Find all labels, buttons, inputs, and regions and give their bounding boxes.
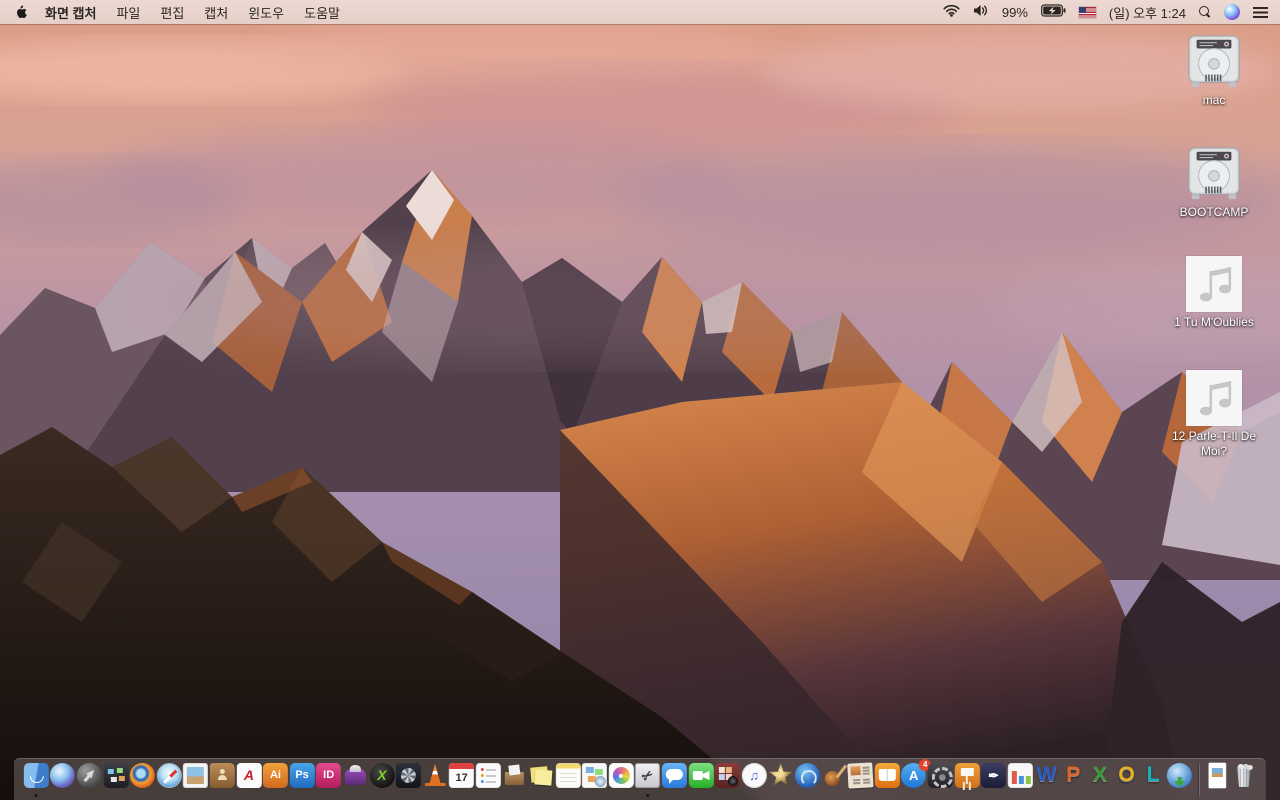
hard-drive-icon <box>1188 147 1240 200</box>
dock-pages-icon[interactable]: ✒ <box>981 763 1007 788</box>
dock-system-preferences-icon[interactable] <box>927 763 953 788</box>
desktop-icon-label: 1 Tu M'Oublies <box>1174 315 1254 329</box>
audio-file-icon <box>1186 256 1242 312</box>
dock-web-pages-app-icon[interactable] <box>582 763 608 788</box>
dock-adobe-acrobat-icon[interactable]: A <box>236 763 262 788</box>
desktop-icon-audio-file-parle-t-il-de-moi[interactable]: 12 Parle-T-Il De Moi? <box>1166 370 1262 459</box>
ms-outlook-glyph: O <box>1118 763 1135 786</box>
dock-toast-burner-icon[interactable] <box>343 763 368 788</box>
dock-download-globe-app-icon[interactable] <box>1167 763 1193 788</box>
menu-bar-clock[interactable]: (일) 오후 1:24 <box>1109 3 1186 22</box>
siri-menu-icon[interactable] <box>1224 4 1240 20</box>
dock-trash-icon[interactable] <box>1231 763 1256 788</box>
dock-photos-icon[interactable] <box>608 763 634 788</box>
x-green-app-glyph: X <box>377 767 387 783</box>
menu-bar: 화면 캡처 파일 편집 캡처 윈도우 도움말 99% (일) 오후 1:24 <box>0 0 1280 24</box>
notification-center-icon[interactable] <box>1253 6 1268 18</box>
apple-menu-icon[interactable] <box>14 4 27 20</box>
audio-file-icon <box>1186 370 1242 426</box>
adobe-indesign-glyph: ID <box>323 769 335 781</box>
dock-adobe-indesign-icon[interactable]: ID <box>316 763 342 788</box>
desktop-icon-column: mac BOOTCAMP 1 Tu M'Oublies 12 Parle-T-I… <box>1166 0 1262 800</box>
pages-glyph: ✒ <box>988 768 999 783</box>
adobe-photoshop-glyph: Ps <box>295 769 309 781</box>
ms-excel-glyph: X <box>1092 763 1107 786</box>
dock-divider <box>1197 764 1199 796</box>
dock-ms-excel-icon[interactable]: X <box>1087 763 1112 788</box>
menu-file[interactable]: 파일 <box>116 3 140 22</box>
dock-notes-icon[interactable] <box>555 763 581 788</box>
dock-app-store-icon[interactable]: A4 <box>901 759 932 788</box>
dock-reminders-icon[interactable] <box>475 763 501 788</box>
dock-adobe-photoshop-icon[interactable]: Ps <box>289 763 315 788</box>
dock-newsletter-app-icon[interactable] <box>847 762 874 789</box>
dock-ms-powerpoint-icon[interactable]: P <box>1061 763 1086 788</box>
dock-x-green-app-icon[interactable]: X <box>369 763 395 788</box>
desktop-icon-label: mac <box>1202 93 1226 107</box>
hard-drive-icon <box>1188 35 1240 88</box>
dock-mission-control-icon[interactable] <box>103 763 129 788</box>
dock: A Ai Ps ID X 17 ✂ ♫ A 4 ✒ W P X O L <box>13 758 1267 800</box>
dock-numbers-icon[interactable] <box>1007 763 1033 788</box>
dock-disk-fan-app-icon[interactable] <box>395 763 421 788</box>
adobe-acrobat-glyph: A <box>243 767 254 783</box>
active-app-name[interactable]: 화면 캡처 <box>45 3 96 22</box>
dock-ms-outlook-icon[interactable]: O <box>1114 763 1139 788</box>
dock-ibooks-icon[interactable] <box>874 763 900 788</box>
dock-vlc-icon[interactable] <box>423 763 448 788</box>
dock-garageband-icon[interactable] <box>821 763 846 788</box>
desktop-icon-label: 12 Parle-T-Il De Moi? <box>1171 429 1257 458</box>
spotlight-search-icon[interactable] <box>1199 6 1211 18</box>
volume-icon[interactable] <box>973 4 989 20</box>
menu-capture[interactable]: 캡처 <box>204 3 228 22</box>
finder-running-indicator <box>34 794 38 797</box>
dock-preview-icon[interactable] <box>183 763 209 788</box>
itunes-glyph: ♫ <box>749 768 760 783</box>
calendar-glyph: 17 <box>455 772 468 784</box>
dock-calendar-icon[interactable]: 17 <box>449 763 475 788</box>
grab-screen-capture-glyph: ✂ <box>639 766 657 785</box>
battery-percentage: 99% <box>1001 4 1028 20</box>
dock-grab-screen-capture-icon[interactable]: ✂ <box>635 763 661 797</box>
battery-charging-icon[interactable] <box>1041 4 1066 20</box>
ms-lync-glyph: L <box>1146 763 1160 786</box>
dock-launchpad-icon[interactable] <box>76 763 102 788</box>
grab-screen-capture-running-indicator <box>646 794 650 797</box>
dock-safari-icon[interactable] <box>156 763 182 788</box>
input-source-us-flag-icon[interactable] <box>1078 6 1096 18</box>
dock-adobe-illustrator-icon[interactable]: Ai <box>262 763 288 788</box>
menu-window[interactable]: 윈도우 <box>248 3 284 22</box>
desktop-icon-audio-file-tu-moublies[interactable]: 1 Tu M'Oublies <box>1166 256 1262 330</box>
menu-help[interactable]: 도움말 <box>304 3 340 22</box>
menu-edit[interactable]: 편집 <box>160 3 184 22</box>
ms-word-glyph: W <box>1036 763 1057 786</box>
dock-facetime-icon[interactable] <box>688 763 714 788</box>
desktop-icon-mac-drive[interactable]: mac <box>1166 34 1262 108</box>
dock-ms-word-icon[interactable]: W <box>1034 763 1059 788</box>
adobe-illustrator-glyph: Ai <box>269 769 281 781</box>
desktop-icon-label: BOOTCAMP <box>1179 205 1249 219</box>
dock-document-file-icon[interactable] <box>1205 763 1230 788</box>
dock-stickies-icon[interactable] <box>529 763 554 788</box>
dock-archive-box-app-icon[interactable] <box>502 763 527 788</box>
dock-firefox-icon[interactable] <box>130 763 156 788</box>
ms-powerpoint-glyph: P <box>1066 763 1081 786</box>
desktop-icon-bootcamp-drive[interactable]: BOOTCAMP <box>1166 146 1262 220</box>
dock-photo-booth-icon[interactable] <box>715 763 741 788</box>
dock-ms-lync-icon[interactable]: L <box>1141 763 1166 788</box>
wifi-icon[interactable] <box>943 4 960 20</box>
dock-idvd-icon[interactable] <box>794 763 820 788</box>
dock-finder-icon[interactable] <box>23 763 49 797</box>
dock-keynote-icon[interactable] <box>954 763 980 788</box>
dock-imovie-icon[interactable] <box>768 763 793 788</box>
desktop-wallpaper <box>0 0 1280 800</box>
dock-messages-icon[interactable] <box>661 763 687 788</box>
dock-contacts-icon[interactable] <box>209 763 235 788</box>
dock-itunes-icon[interactable]: ♫ <box>741 763 767 788</box>
dock-siri-icon[interactable] <box>50 763 76 788</box>
